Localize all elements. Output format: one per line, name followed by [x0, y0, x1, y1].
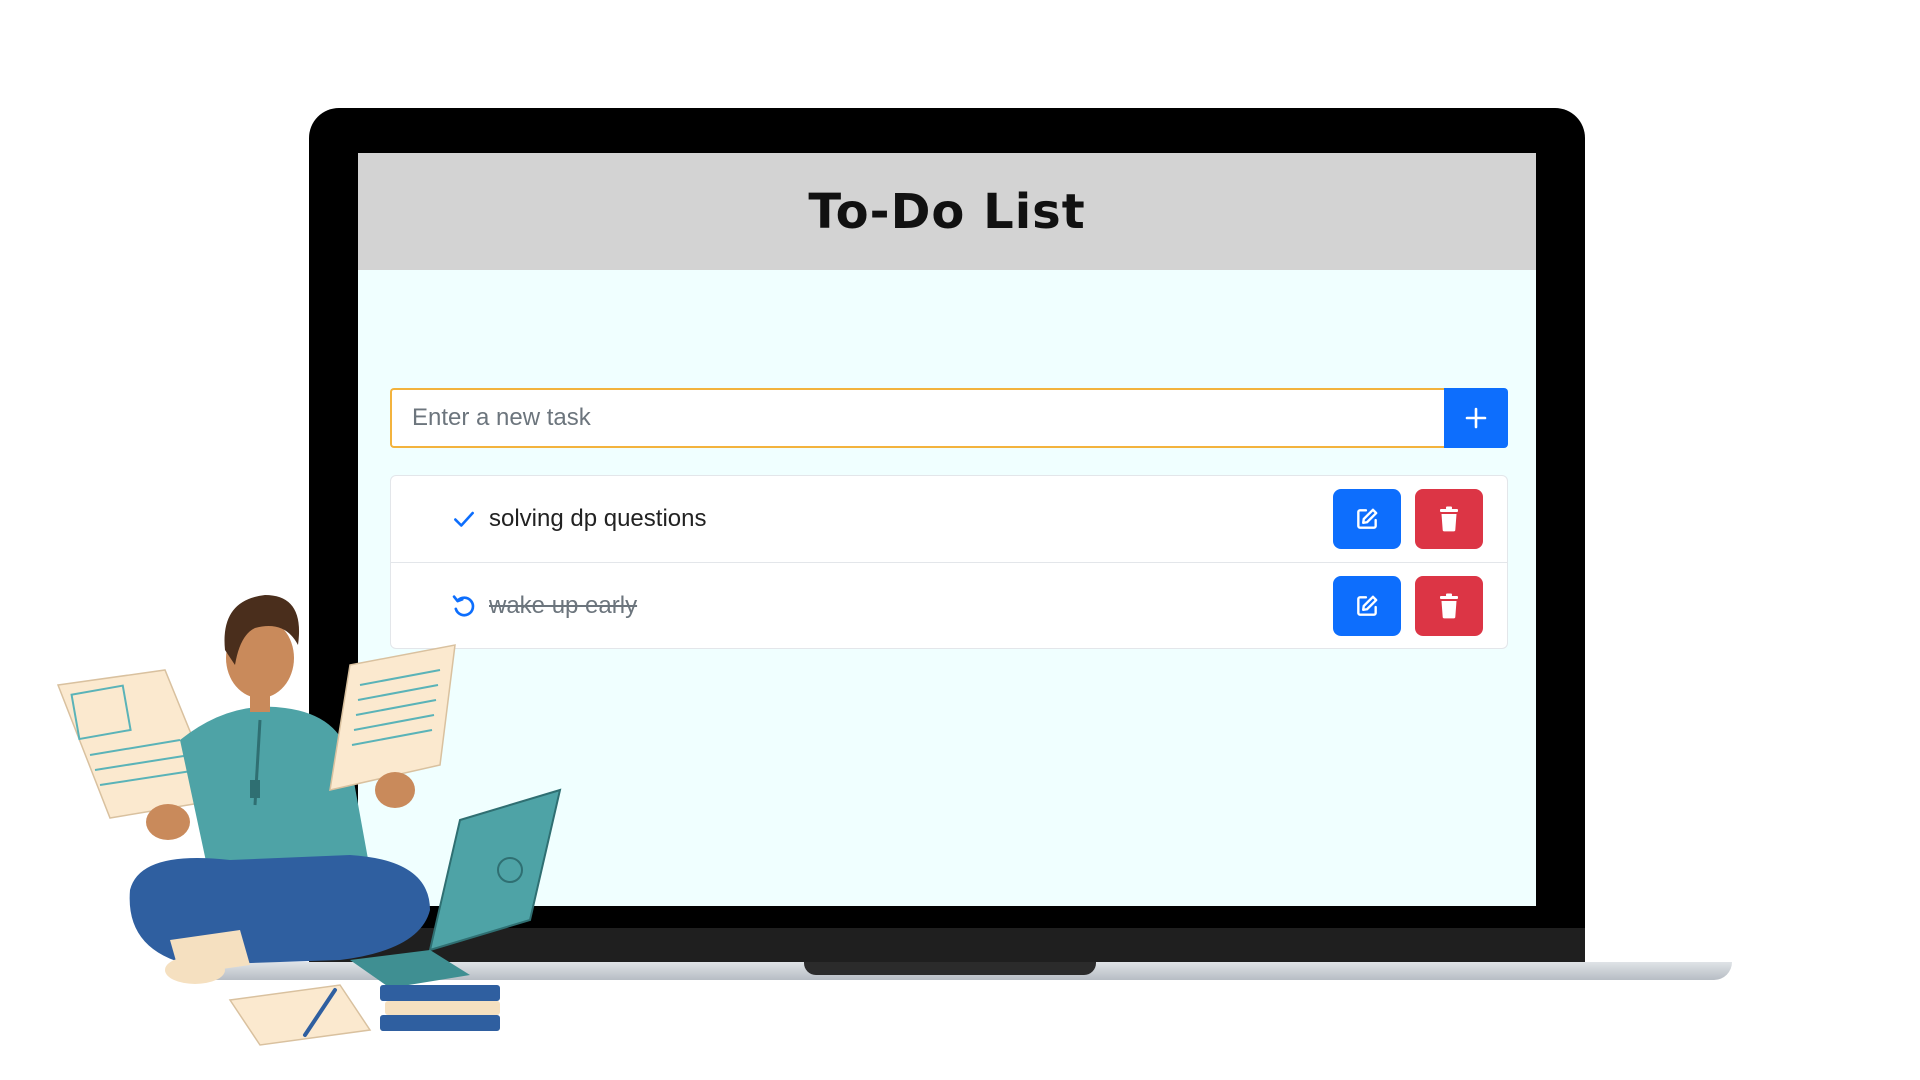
- task-text: wake up early: [489, 591, 638, 619]
- delete-task-button[interactable]: [1415, 489, 1483, 549]
- add-task-button[interactable]: [1444, 388, 1508, 448]
- laptop-notch: [804, 962, 1096, 975]
- app-header: To-Do List: [358, 153, 1536, 270]
- page-title: To-Do List: [808, 183, 1086, 240]
- plus-icon: [1465, 407, 1487, 429]
- edit-icon: [1357, 508, 1378, 529]
- trash-icon: [1440, 506, 1458, 532]
- paper-right-icon: [329, 644, 456, 791]
- stage: To-Do List solving dp questions: [0, 0, 1920, 1080]
- edit-icon: [1357, 595, 1378, 616]
- trash-icon: [1440, 593, 1458, 618]
- delete-task-button[interactable]: [1415, 575, 1483, 636]
- person-reading-illustration: [56, 595, 562, 1046]
- task-input[interactable]: [390, 388, 1444, 448]
- edit-task-button[interactable]: [1333, 575, 1401, 636]
- check-icon: [454, 511, 474, 527]
- complete-task-button[interactable]: [447, 502, 481, 536]
- task-text: solving dp questions: [489, 505, 707, 532]
- task-form: [390, 388, 1508, 448]
- paper-pen-icon: [228, 984, 372, 1046]
- list-item: solving dp questions: [391, 476, 1507, 562]
- edit-task-button[interactable]: [1333, 489, 1401, 549]
